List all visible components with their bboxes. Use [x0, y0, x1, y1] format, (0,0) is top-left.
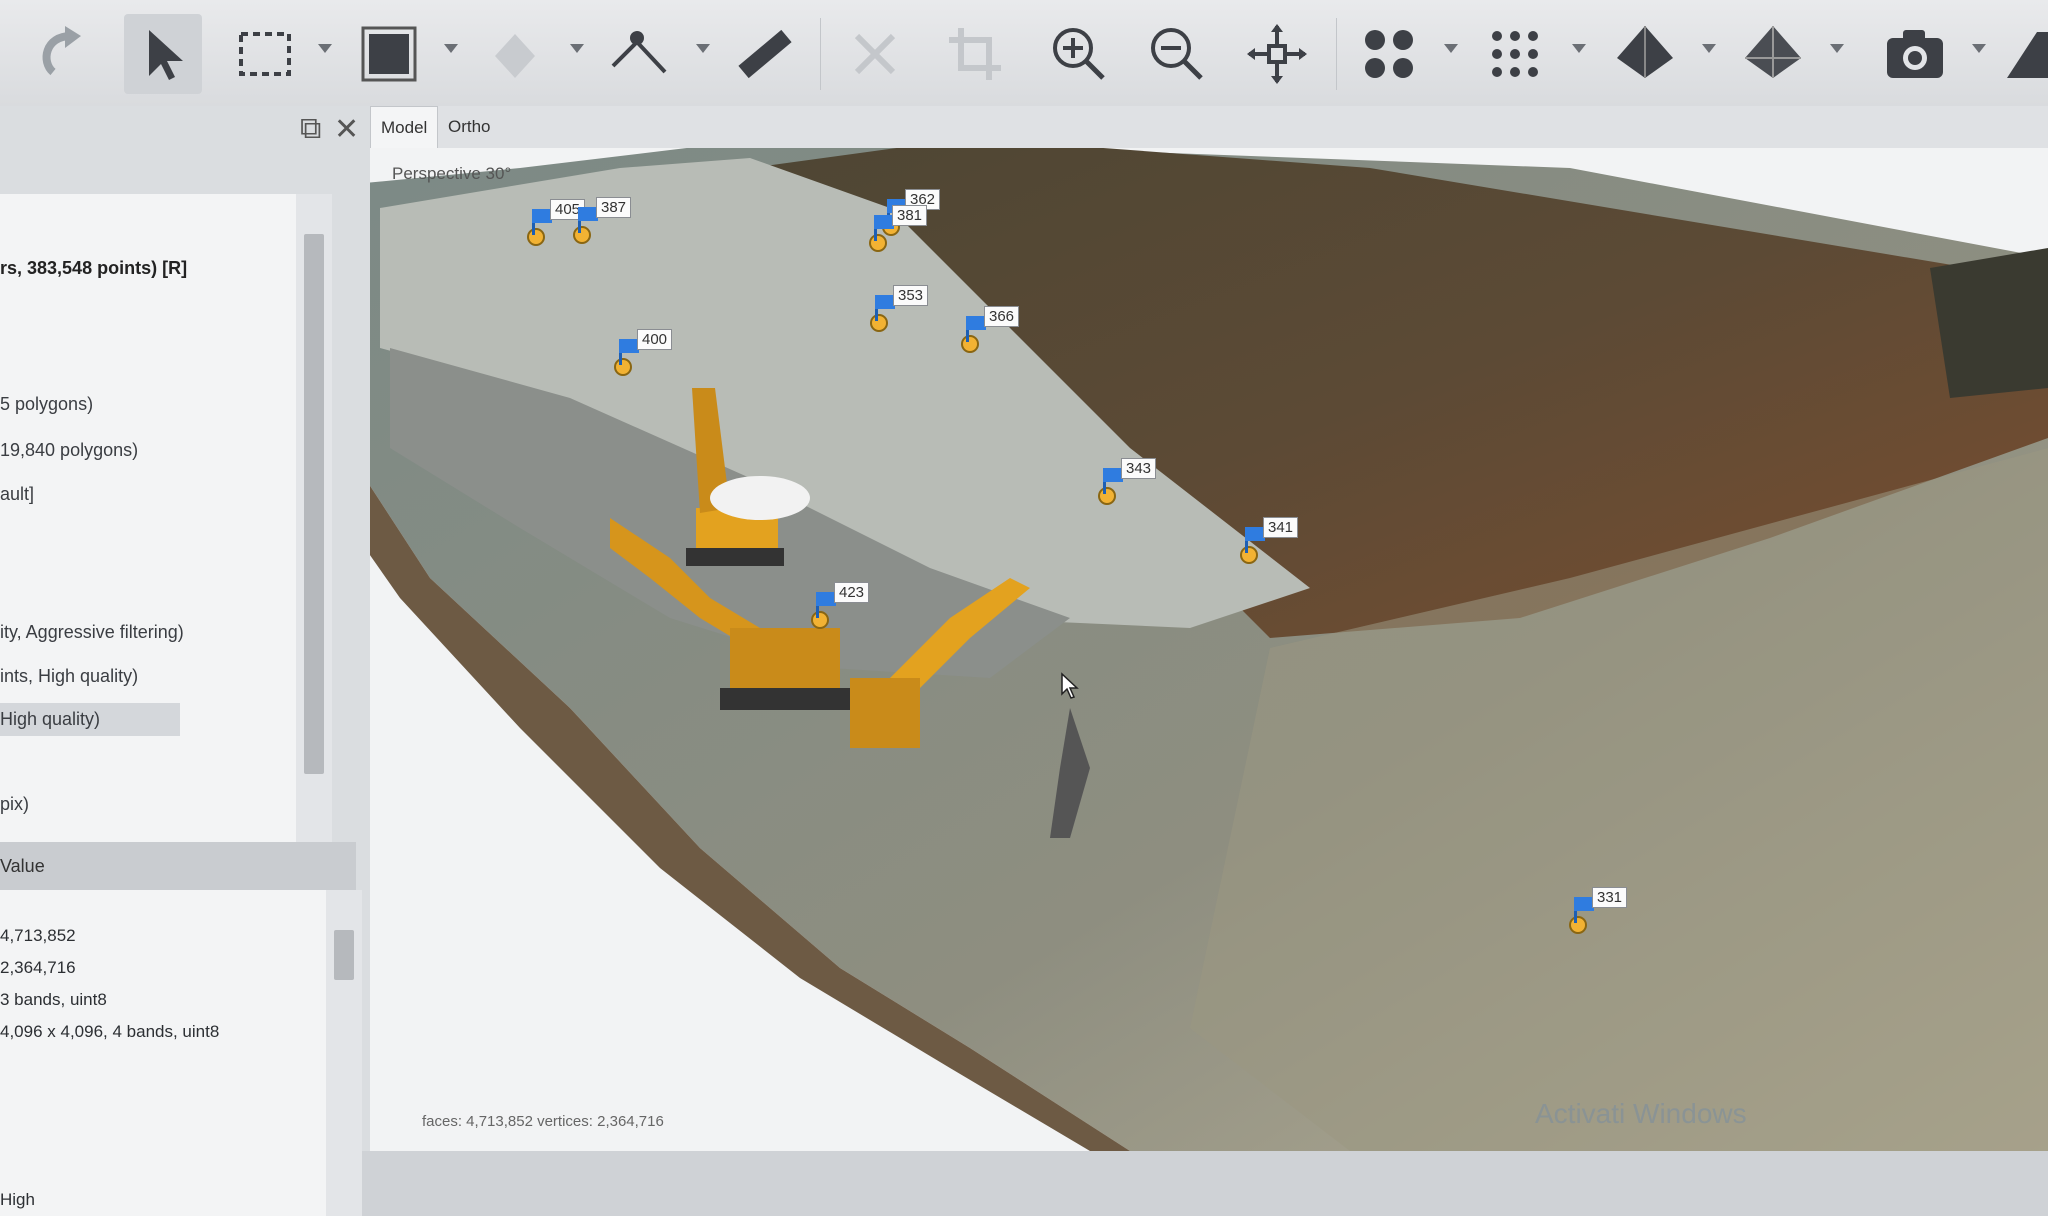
workspace-tree: rs, 383,548 points) [R] 5 polygons) 19,8… [0, 194, 332, 842]
properties-table: 4,713,852 2,364,716 3 bands, uint8 4,096… [0, 890, 362, 1216]
property-value: 2,364,716 [0, 958, 76, 977]
tab-ortho[interactable]: Ortho [438, 106, 501, 148]
tree-item[interactable]: pix) [0, 794, 29, 815]
toolbar-separator [1336, 18, 1337, 90]
restore-window-icon[interactable]: ⧉ [300, 112, 321, 146]
model-viewport[interactable]: Perspective 30° 405 387 362 381 353 366 … [370, 148, 2048, 1151]
panel-header: ⧉ ✕ [0, 106, 370, 194]
chevron-down-icon[interactable] [1444, 44, 1458, 53]
mouse-cursor-icon [1061, 672, 1079, 699]
chevron-down-icon[interactable] [1702, 44, 1716, 53]
chevron-down-icon[interactable] [1572, 44, 1586, 53]
solid-shape-icon[interactable] [350, 14, 428, 94]
scroll-thumb[interactable] [304, 234, 324, 774]
pyramid-solid-icon[interactable] [1606, 14, 1684, 94]
workspace-panel: ⧉ ✕ rs, 383,548 points) [R] 5 polygons) … [0, 106, 370, 1216]
delete-icon[interactable] [836, 14, 914, 94]
scroll-thumb[interactable] [334, 930, 354, 980]
properties-header: Value [0, 842, 356, 890]
chevron-down-icon[interactable] [696, 44, 710, 53]
dots-large-icon[interactable] [1350, 14, 1428, 94]
dots-small-icon[interactable] [1476, 14, 1554, 94]
tab-model[interactable]: Model [370, 106, 439, 149]
property-value: High [0, 1190, 35, 1209]
rectangle-select-icon[interactable] [226, 14, 304, 94]
chevron-down-icon[interactable] [444, 44, 458, 53]
tree-item[interactable]: ints, High quality) [0, 666, 138, 687]
redo-icon[interactable] [24, 14, 102, 94]
activation-watermark: Activati Windows [1535, 1098, 1747, 1129]
property-value: 4,096 x 4,096, 4 bands, uint8 [0, 1022, 220, 1041]
value-column-header: Value [0, 856, 45, 876]
chevron-down-icon[interactable] [318, 44, 332, 53]
property-value: 4,713,852 [0, 926, 76, 945]
tree-scrollbar[interactable] [296, 194, 332, 842]
zoom-out-icon[interactable] [1138, 14, 1216, 94]
polyline-icon[interactable] [600, 14, 678, 94]
select-arrow-icon[interactable] [124, 14, 202, 94]
property-value: 3 bands, uint8 [0, 990, 107, 1009]
view-tabs: Model Ortho [370, 106, 2048, 149]
white-car [710, 476, 810, 520]
pyramid-outline-icon[interactable] [1734, 14, 1812, 94]
tree-item-selected[interactable]: High quality) [0, 703, 181, 736]
close-icon[interactable]: ✕ [334, 112, 359, 147]
chevron-down-icon[interactable] [570, 44, 584, 53]
tree-item[interactable]: ault] [0, 484, 34, 505]
ruler-icon[interactable] [726, 14, 804, 94]
main-toolbar [0, 0, 2048, 107]
tree-item[interactable]: rs, 383,548 points) [R] [0, 258, 187, 279]
chevron-down-icon[interactable] [1972, 44, 1986, 53]
more-icon[interactable] [1990, 14, 2048, 94]
toolbar-separator [820, 18, 821, 90]
fill-icon[interactable] [476, 14, 554, 94]
tree-item[interactable]: ity, Aggressive filtering) [0, 622, 184, 643]
properties-scrollbar[interactable] [326, 890, 362, 1216]
chevron-down-icon[interactable] [1830, 44, 1844, 53]
crop-icon[interactable] [936, 14, 1014, 94]
tree-item[interactable]: 5 polygons) [0, 394, 93, 415]
zoom-in-icon[interactable] [1040, 14, 1118, 94]
move-icon[interactable] [1238, 14, 1316, 94]
perspective-label: Perspective 30° [392, 164, 512, 183]
mesh-stats: faces: 4,713,852 vertices: 2,364,716 [422, 1113, 664, 1130]
tree-item[interactable]: 19,840 polygons) [0, 440, 138, 461]
terrain-model[interactable] [370, 148, 2048, 1151]
camera-icon[interactable] [1876, 14, 1954, 94]
